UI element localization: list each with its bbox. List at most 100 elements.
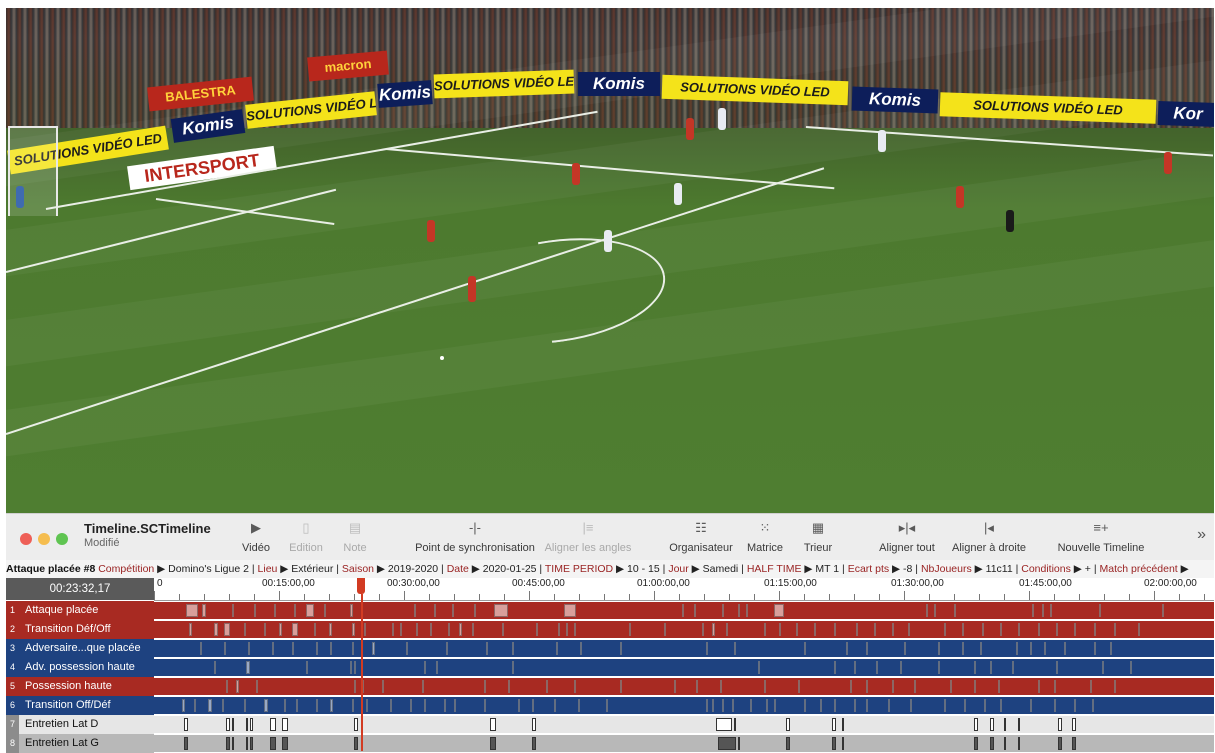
event-block[interactable]	[620, 680, 622, 693]
event-block[interactable]	[484, 699, 486, 712]
event-block[interactable]	[226, 718, 230, 731]
event-block[interactable]	[944, 623, 946, 636]
event-block[interactable]	[279, 623, 282, 636]
event-block[interactable]	[222, 699, 224, 712]
event-block[interactable]	[914, 680, 916, 693]
minimize-window-button[interactable]	[38, 533, 50, 545]
event-block[interactable]	[350, 604, 353, 617]
event-block[interactable]	[990, 718, 994, 731]
row-label[interactable]: Adv. possession haute	[19, 658, 154, 677]
row-track[interactable]	[154, 659, 1214, 676]
event-block[interactable]	[1030, 642, 1032, 655]
event-block[interactable]	[282, 737, 288, 750]
event-block[interactable]	[854, 661, 856, 674]
event-block[interactable]	[202, 604, 206, 617]
event-block[interactable]	[974, 661, 976, 674]
event-block[interactable]	[1012, 661, 1014, 674]
event-block[interactable]	[270, 737, 276, 750]
event-block[interactable]	[990, 661, 992, 674]
event-block[interactable]	[962, 623, 964, 636]
event-block[interactable]	[1072, 718, 1076, 731]
event-block[interactable]	[246, 661, 250, 674]
event-block[interactable]	[866, 642, 868, 655]
event-block[interactable]	[1094, 642, 1096, 655]
event-block[interactable]	[434, 604, 436, 617]
event-block[interactable]	[892, 680, 894, 693]
event-block[interactable]	[1094, 623, 1096, 636]
event-block[interactable]	[774, 699, 776, 712]
timeline-row[interactable]: 7 Entretien Lat D	[6, 715, 1214, 734]
event-block[interactable]	[352, 699, 354, 712]
event-block[interactable]	[1138, 623, 1140, 636]
event-block[interactable]	[518, 699, 520, 712]
event-block[interactable]	[574, 623, 576, 636]
event-block[interactable]	[712, 623, 715, 636]
event-block[interactable]	[1114, 680, 1116, 693]
event-block[interactable]	[629, 623, 631, 636]
event-block[interactable]	[694, 604, 696, 617]
time-ruler[interactable]: 0 00:15:00,00 00:30:00,00 00:45:00,00 01:00:…	[154, 578, 1214, 601]
row-label[interactable]: Entretien Lat D	[19, 715, 154, 734]
note-button[interactable]: ▤ Note	[336, 520, 374, 554]
new-timeline-button[interactable]: ≡+ Nouvelle Timeline	[1056, 520, 1146, 554]
event-block[interactable]	[854, 699, 856, 712]
timeline-row[interactable]: 6 Transition Off/Déf	[6, 696, 1214, 715]
event-block[interactable]	[352, 623, 355, 636]
event-block[interactable]	[194, 699, 196, 712]
event-block[interactable]	[842, 737, 844, 750]
event-block[interactable]	[834, 623, 836, 636]
event-block[interactable]	[1000, 699, 1002, 712]
event-block[interactable]	[459, 623, 462, 636]
event-block[interactable]	[938, 661, 940, 674]
event-block[interactable]	[1058, 737, 1062, 750]
organizer-button[interactable]: ☷ Organisateur	[666, 520, 736, 554]
event-block[interactable]	[532, 737, 536, 750]
event-block[interactable]	[226, 680, 228, 693]
event-block[interactable]	[874, 623, 876, 636]
event-block[interactable]	[244, 623, 246, 636]
row-track[interactable]	[154, 697, 1214, 714]
event-block[interactable]	[764, 680, 766, 693]
event-block[interactable]	[774, 604, 784, 617]
event-block[interactable]	[1016, 642, 1018, 655]
event-block[interactable]	[546, 680, 548, 693]
row-track[interactable]	[154, 602, 1214, 619]
event-block[interactable]	[254, 604, 256, 617]
event-block[interactable]	[620, 642, 622, 655]
event-block[interactable]	[1032, 604, 1034, 617]
event-block[interactable]	[270, 718, 276, 731]
timeline-row[interactable]: 3 Adversaire...que placée	[6, 639, 1214, 658]
event-block[interactable]	[256, 680, 258, 693]
event-block[interactable]	[246, 737, 248, 750]
timeline-row[interactable]: 8 Entretien Lat G	[6, 734, 1214, 753]
zoom-window-button[interactable]	[56, 533, 68, 545]
event-block[interactable]	[232, 737, 234, 750]
timeline-row[interactable]: 1 Attaque placée	[6, 601, 1214, 620]
event-block[interactable]	[296, 699, 298, 712]
event-block[interactable]	[382, 680, 384, 693]
event-block[interactable]	[200, 642, 202, 655]
event-block[interactable]	[264, 699, 268, 712]
event-block[interactable]	[1054, 699, 1056, 712]
event-block[interactable]	[722, 604, 724, 617]
event-block[interactable]	[490, 737, 496, 750]
event-block[interactable]	[1090, 680, 1092, 693]
row-track[interactable]	[154, 716, 1214, 733]
event-block[interactable]	[566, 623, 568, 636]
event-block[interactable]	[314, 623, 316, 636]
event-block[interactable]	[1004, 737, 1006, 750]
event-block[interactable]	[832, 718, 836, 731]
event-block[interactable]	[892, 623, 894, 636]
event-block[interactable]	[354, 718, 358, 731]
row-label[interactable]: Transition Off/Déf	[19, 696, 154, 715]
event-block[interactable]	[1030, 699, 1032, 712]
event-block[interactable]	[804, 699, 806, 712]
event-block[interactable]	[512, 642, 514, 655]
video-player[interactable]: BALESTRA macron SOLUTIONS VIDÉO LED Komi…	[6, 8, 1214, 513]
event-block[interactable]	[1038, 623, 1040, 636]
event-block[interactable]	[974, 680, 976, 693]
event-block[interactable]	[962, 642, 964, 655]
event-block[interactable]	[184, 737, 188, 750]
event-block[interactable]	[502, 623, 504, 636]
event-block[interactable]	[284, 699, 286, 712]
